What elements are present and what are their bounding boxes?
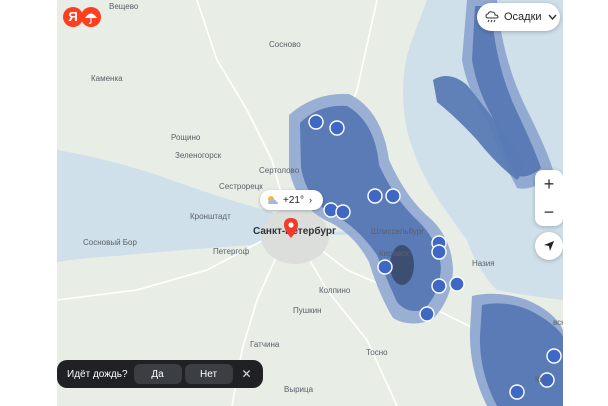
place-label: Назия: [472, 259, 495, 268]
place-label: Гатчина: [250, 340, 280, 349]
logo[interactable]: Я: [61, 5, 105, 29]
place-label: Колпино: [319, 286, 351, 295]
close-icon[interactable]: ✕: [242, 367, 252, 381]
precipitation-layer-button[interactable]: Осадки: [477, 3, 560, 31]
chevron-right-icon: ›: [308, 195, 312, 205]
place-label: Шлиссельбург: [371, 227, 425, 236]
place-label: Вырица: [284, 385, 314, 394]
place-label: Кронштадт: [190, 212, 231, 221]
place-label: Кир: [535, 375, 549, 384]
yes-button[interactable]: Да: [133, 364, 182, 384]
temperature-value: +21°: [283, 194, 304, 206]
place-label: Кировск: [379, 249, 409, 258]
no-button[interactable]: Нет: [184, 364, 233, 384]
rain-question: Идёт дождь?: [67, 368, 128, 380]
place-label: Сестрорецк: [219, 182, 263, 191]
partly-cloudy-icon: [268, 196, 278, 204]
place-label: Петергоф: [213, 247, 250, 256]
location-pin-icon[interactable]: [284, 218, 298, 238]
locate-arrow-icon: [544, 241, 554, 251]
place-label: Зеленогорск: [175, 151, 222, 160]
zoom-controls: + −: [535, 170, 563, 226]
zoom-in-button[interactable]: +: [535, 170, 563, 198]
place-label: Вещево: [109, 2, 139, 11]
zoom-out-button[interactable]: −: [535, 198, 563, 226]
chevron-down-icon: [548, 14, 557, 20]
locate-button[interactable]: [535, 232, 563, 260]
rain-feedback-bar: Идёт дождь? Да Нет ✕: [57, 360, 263, 388]
umbrella-icon: [81, 7, 101, 27]
place-label: Каменка: [91, 74, 123, 83]
cloud-rain-icon: [485, 11, 499, 23]
place-label: Сосновый Бор: [83, 238, 137, 247]
place-label: Рощино: [171, 133, 201, 142]
temperature-badge[interactable]: +21° ›: [260, 190, 323, 210]
place-label: Сосново: [269, 40, 301, 49]
place-label: Сертолово: [259, 166, 300, 175]
layer-label: Осадки: [504, 11, 542, 23]
place-label: Пушкин: [293, 306, 322, 315]
place-label: вск: [553, 318, 563, 327]
map-frame[interactable]: Вещево Сосново Каменка Рощино Зеленогорс…: [57, 0, 563, 406]
yandex-logo-letter: Я: [63, 7, 83, 27]
place-label: Тосно: [366, 348, 388, 357]
